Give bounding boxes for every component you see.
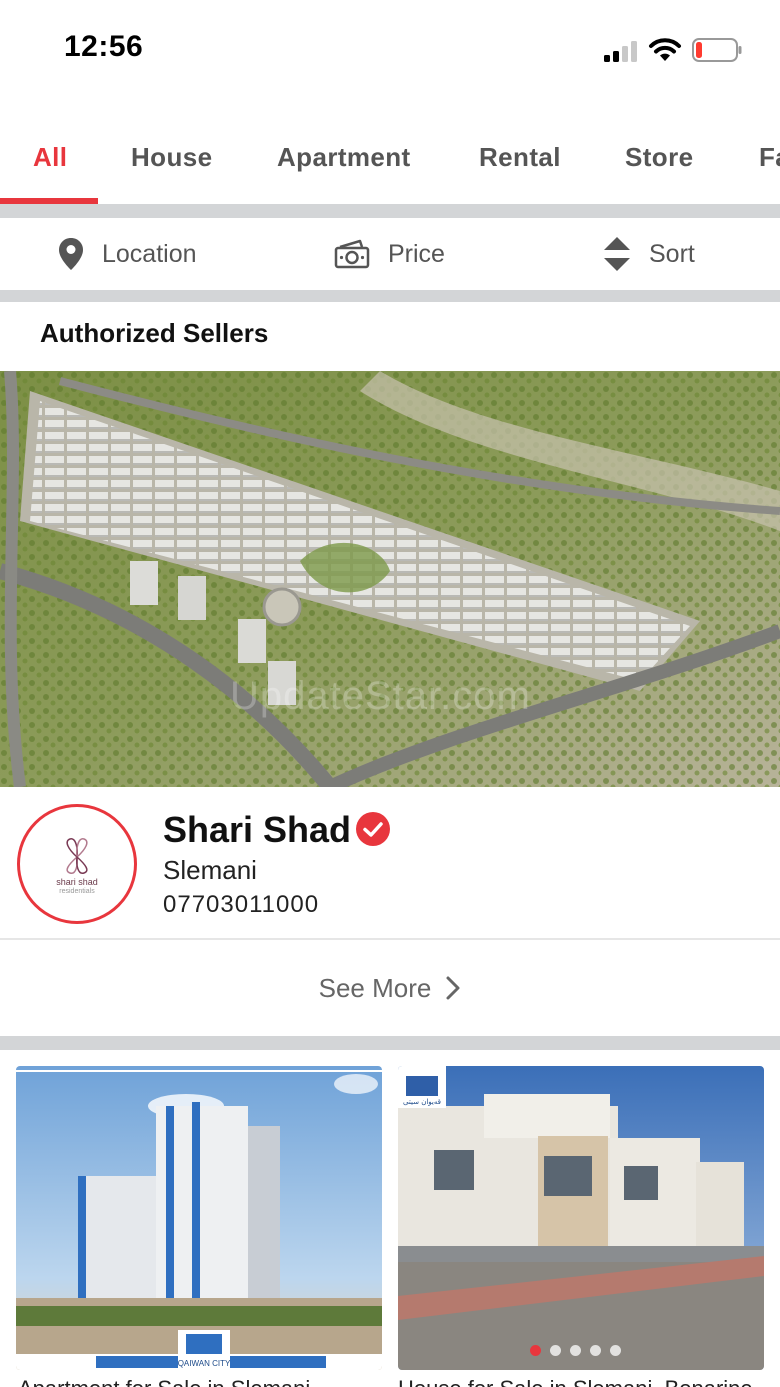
sort-icon <box>604 237 630 271</box>
tab-house[interactable]: House <box>131 142 212 173</box>
carousel-dots <box>530 1345 621 1356</box>
battery-icon <box>692 38 742 62</box>
seller-banner-image[interactable]: UpdateStar.com <box>0 371 780 787</box>
tab-all[interactable]: All <box>33 142 67 173</box>
logo-subtext: residentials <box>59 888 95 895</box>
verified-badge-icon <box>356 812 390 846</box>
sort-label: Sort <box>649 239 695 268</box>
tab-fa[interactable]: Fa <box>759 142 780 173</box>
money-icon <box>334 239 370 269</box>
tab-apartment[interactable]: Apartment <box>277 142 411 173</box>
separator <box>0 1036 780 1050</box>
seller-name: Shari Shad <box>163 809 352 850</box>
watermark: UpdateStar.com <box>230 674 531 718</box>
map-pin-icon <box>59 238 83 270</box>
carousel-dot[interactable] <box>550 1345 561 1356</box>
category-tabs: All House Apartment Rental Store Fa <box>0 126 780 206</box>
location-label: Location <box>102 239 197 268</box>
cellular-signal-icon <box>604 40 640 62</box>
seller-card[interactable]: shari shad residentials Shari Shad Slema… <box>0 787 780 939</box>
carousel-dot[interactable] <box>570 1345 581 1356</box>
see-more-button[interactable]: See More <box>0 940 780 1036</box>
house-photo: قەیوان سیتی <box>398 1066 764 1370</box>
seller-phone[interactable]: 07703011000 <box>163 891 319 919</box>
chevron-right-icon <box>446 976 460 1000</box>
aerial-development-render: UpdateStar.com <box>0 371 780 787</box>
seller-logo: shari shad residentials <box>17 804 137 924</box>
price-filter[interactable]: Price <box>334 218 445 290</box>
listing-title[interactable]: Apartment for Sale in Slemani <box>18 1376 380 1387</box>
wifi-icon <box>649 38 681 61</box>
tab-rental[interactable]: Rental <box>479 142 561 173</box>
apartment-tower-photo: QAIWAN CITY <box>16 1066 382 1370</box>
status-bar: 12:56 <box>0 0 780 100</box>
sort-filter[interactable]: Sort <box>603 218 695 290</box>
location-filter[interactable]: Location <box>58 218 197 290</box>
see-more-label: See More <box>318 972 432 1003</box>
carousel-dot[interactable] <box>530 1345 541 1356</box>
logo-text: shari shad <box>56 877 98 887</box>
carousel-dot[interactable] <box>610 1345 621 1356</box>
separator <box>0 204 780 218</box>
tab-store[interactable]: Store <box>625 142 693 173</box>
section-title: Authorized Sellers <box>40 318 269 348</box>
separator <box>0 290 780 302</box>
seller-city: Slemani <box>163 855 257 885</box>
listing-logo-text: قەیوان سیتی <box>403 1098 441 1106</box>
filter-bar: Location Price Sort <box>0 218 780 290</box>
listing-title[interactable]: House for Sale in Slemani, Bonarine <box>398 1376 764 1387</box>
listing-card-apartment[interactable]: QAIWAN CITY <box>16 1066 382 1370</box>
price-label: Price <box>388 239 445 268</box>
listing-card-house[interactable]: قەیوان سیتی <box>398 1066 764 1370</box>
listing-logo-text: QAIWAN CITY <box>178 1359 231 1368</box>
carousel-dot[interactable] <box>590 1345 601 1356</box>
flower-logo-icon <box>66 838 88 874</box>
status-time: 12:56 <box>64 30 144 63</box>
